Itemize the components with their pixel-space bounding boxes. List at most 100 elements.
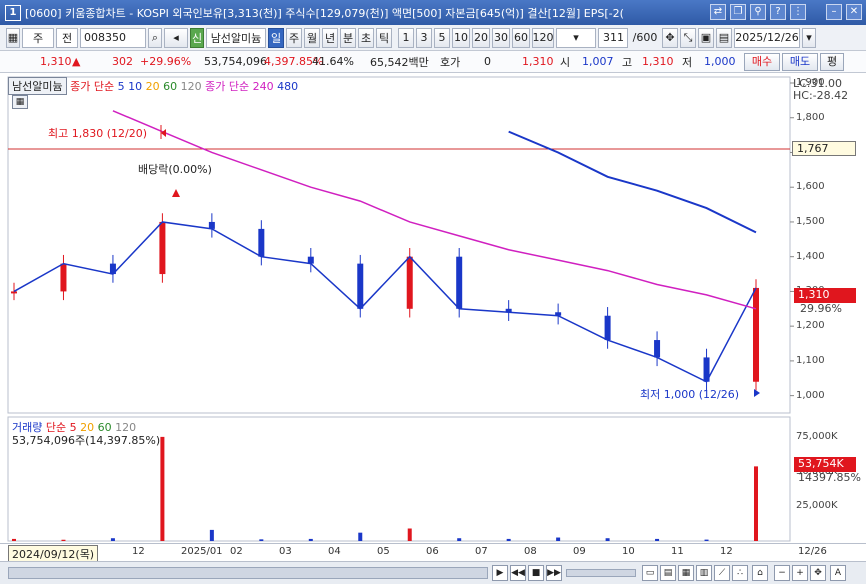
open-label: 시 bbox=[560, 55, 571, 69]
crosshair-icon[interactable]: ✥ bbox=[662, 27, 678, 48]
volume-bar bbox=[556, 537, 561, 541]
line-chart-icon[interactable]: ⟋ bbox=[714, 565, 730, 581]
rewind-icon[interactable]: ◀◀ bbox=[510, 565, 526, 581]
tab-second[interactable]: 초 bbox=[358, 27, 374, 48]
low-annotation: 최저 1,000 (12/26) bbox=[640, 388, 740, 401]
ma20-label: 20 bbox=[145, 80, 160, 93]
candle bbox=[406, 256, 413, 309]
title-bar: 1 [0600] 키움종합차트 - KOSPI 외국인보유[3,313(천)] … bbox=[0, 0, 866, 25]
grid-icon[interactable]: ▦ bbox=[6, 27, 20, 48]
ma240-label: 240 bbox=[252, 80, 274, 93]
quote-bar: 1,310 ▲ 302 +29.96% 53,754,096 4,397.85%… bbox=[0, 51, 866, 73]
zoom-out-icon[interactable]: − bbox=[774, 565, 790, 581]
stop-icon[interactable]: ■ bbox=[528, 565, 544, 581]
table-icon[interactable]: ▦ bbox=[12, 95, 28, 109]
current-pct-tag: 29.96% bbox=[800, 302, 842, 315]
minimize-icon[interactable]: – bbox=[826, 4, 842, 20]
menu-icon[interactable]: ⋮ bbox=[790, 4, 806, 20]
volume-bar bbox=[160, 436, 165, 541]
sell-button[interactable]: 매도 bbox=[782, 53, 818, 71]
current-price-tag: 1,310 bbox=[794, 288, 856, 303]
flat-button[interactable]: 평 bbox=[820, 53, 844, 71]
date-tick: 12 bbox=[132, 546, 145, 557]
tab-day[interactable]: 일 bbox=[268, 27, 284, 48]
candle bbox=[60, 263, 67, 292]
restore-icon[interactable]: ❐ bbox=[730, 4, 746, 20]
save-icon[interactable]: ▣ bbox=[698, 27, 714, 48]
navigation-bar: ▶ ◀◀ ■ ▶▶ ▭ ▤ ▦ ▥ ⟋ ∴ ⌂ − + ✥ A bbox=[0, 561, 866, 584]
volume-bar bbox=[704, 539, 709, 541]
zoom-in-icon[interactable]: + bbox=[792, 565, 808, 581]
interval-30[interactable]: 30 bbox=[492, 27, 510, 48]
count-input[interactable]: 311 bbox=[598, 27, 628, 48]
interval-20[interactable]: 20 bbox=[472, 27, 490, 48]
auto-icon[interactable]: A bbox=[830, 565, 846, 581]
calendar-icon[interactable]: ▤ bbox=[716, 27, 732, 48]
tab-week[interactable]: 주 bbox=[286, 27, 302, 48]
date-tick: 02 bbox=[230, 546, 243, 557]
date-tick: 09 bbox=[573, 546, 586, 557]
candle bbox=[456, 256, 463, 309]
interval-60[interactable]: 60 bbox=[512, 27, 530, 48]
forward-icon[interactable]: ▶▶ bbox=[546, 565, 562, 581]
scatter-icon[interactable]: ∴ bbox=[732, 565, 748, 581]
volume-bar bbox=[605, 538, 610, 541]
move-icon[interactable]: ✥ bbox=[810, 565, 826, 581]
speaker-icon[interactable]: ◂ bbox=[164, 27, 188, 48]
tab-month[interactable]: 월 bbox=[304, 27, 320, 48]
date-tick: 07 bbox=[475, 546, 488, 557]
interval-1[interactable]: 1 bbox=[398, 27, 414, 48]
volume-tick: 25,000K bbox=[796, 500, 838, 512]
buy-button[interactable]: 매수 bbox=[744, 53, 780, 71]
interval-5[interactable]: 5 bbox=[434, 27, 450, 48]
tab-tick[interactable]: 틱 bbox=[376, 27, 392, 48]
market-select[interactable]: 전 bbox=[56, 27, 78, 48]
ma-long-label: 종가 단순 bbox=[205, 80, 250, 93]
period-type-select[interactable]: 주 bbox=[22, 27, 54, 48]
tab-year[interactable]: 년 bbox=[322, 27, 338, 48]
pin-icon[interactable]: ⚲ bbox=[750, 4, 766, 20]
current-volume-pct: 14397.85% bbox=[798, 471, 861, 484]
volume-bar bbox=[308, 538, 313, 541]
stock-name-label[interactable]: 남선알미늄 bbox=[8, 77, 67, 95]
turnover-rate: 41.64% bbox=[312, 55, 354, 68]
interval-3[interactable]: 3 bbox=[416, 27, 432, 48]
close-icon[interactable]: ✕ bbox=[846, 4, 862, 20]
trade-amount: 65,542백만 bbox=[370, 55, 429, 69]
window-icon[interactable]: ▭ bbox=[642, 565, 658, 581]
interval-custom-select[interactable]: ▾ bbox=[556, 27, 596, 48]
window-title: [0600] 키움종합차트 - KOSPI 외국인보유[3,313(천)] 주식… bbox=[25, 6, 624, 20]
play-icon[interactable]: ▶ bbox=[492, 565, 508, 581]
help-icon[interactable]: ? bbox=[770, 4, 786, 20]
ma60-label: 60 bbox=[163, 80, 178, 93]
candle bbox=[753, 287, 759, 382]
volume: 53,754,096 bbox=[204, 55, 267, 68]
volume-bar bbox=[259, 539, 264, 541]
stock-flag: 신 bbox=[190, 27, 204, 48]
chart-type-icon[interactable]: ⤡ bbox=[680, 27, 696, 48]
ma5-label: 5 bbox=[117, 80, 125, 93]
date-input[interactable]: 2025/12/26 bbox=[734, 27, 800, 48]
price-chart[interactable] bbox=[0, 73, 866, 543]
link-icon[interactable]: ⇄ bbox=[710, 4, 726, 20]
tile-icon[interactable]: ▦ bbox=[678, 565, 694, 581]
interval-10[interactable]: 10 bbox=[452, 27, 470, 48]
ma480-label: 480 bbox=[277, 80, 299, 93]
reset-zoom-icon[interactable]: ⌂ bbox=[752, 565, 768, 581]
ma120-label: 120 bbox=[180, 80, 202, 93]
stock-code-input[interactable]: 008350 bbox=[80, 27, 146, 48]
scrollbar[interactable] bbox=[8, 567, 488, 579]
chart-toolbar: ▦ 주 전 008350 ⌕ ◂ 신 남선알미늄 일 주 월 년 분 초 틱 1… bbox=[0, 25, 866, 51]
tab-minute[interactable]: 분 bbox=[340, 27, 356, 48]
volume-bar bbox=[506, 538, 511, 541]
bar-chart-icon[interactable]: ▥ bbox=[696, 565, 712, 581]
zoom-slider[interactable] bbox=[566, 569, 636, 577]
count-total: /600 bbox=[632, 31, 658, 44]
chart-area[interactable]: 남선알미늄 종가 단순 5 10 20 60 120 종가 단순 240 480… bbox=[0, 73, 866, 543]
search-icon[interactable]: ⌕ bbox=[148, 27, 162, 48]
date-dropdown-icon[interactable]: ▾ bbox=[802, 27, 816, 48]
interval-120[interactable]: 120 bbox=[532, 27, 554, 48]
high-label: 고 bbox=[622, 55, 633, 69]
split-icon[interactable]: ▤ bbox=[660, 565, 676, 581]
ma10-label: 10 bbox=[128, 80, 143, 93]
